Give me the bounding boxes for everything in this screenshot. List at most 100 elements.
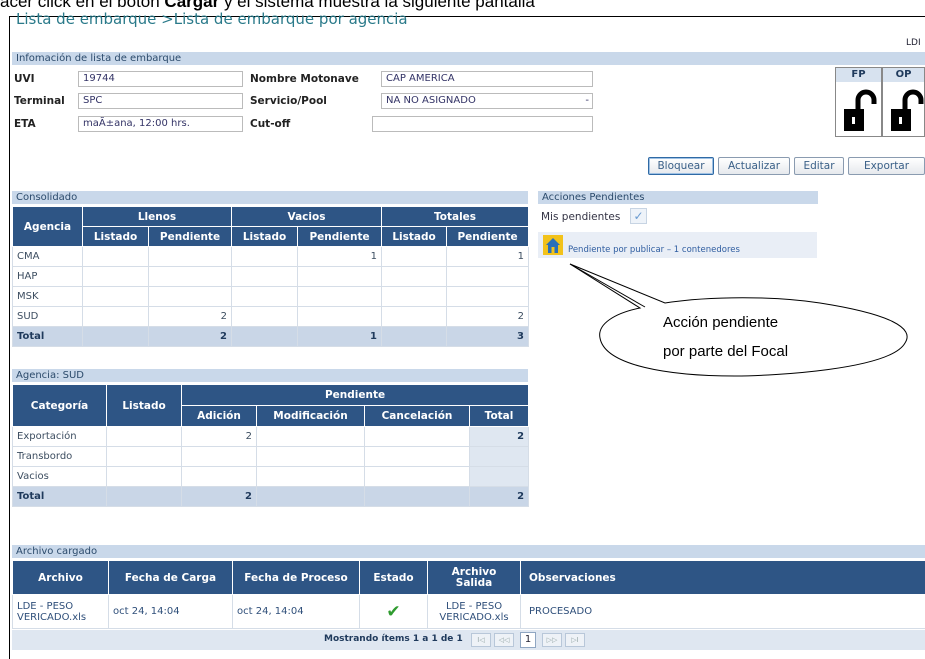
- cell: 1: [297, 246, 383, 267]
- actualizar-button[interactable]: Actualizar: [718, 157, 790, 175]
- cell: [106, 466, 182, 487]
- consolidado-header: Consolidado: [12, 191, 528, 204]
- user-label: LDI: [906, 38, 921, 48]
- col-agencia[interactable]: Agencia: [12, 206, 83, 247]
- callout-line-1: Acción pendiente: [663, 314, 779, 331]
- cell: [181, 446, 257, 467]
- cutoff-field[interactable]: [372, 116, 593, 132]
- cell: 1: [446, 246, 530, 267]
- cell: [82, 306, 149, 327]
- unlock-icon: [844, 89, 877, 131]
- table-row[interactable]: SUD 2 2: [12, 306, 530, 327]
- archivo-table: Archivo Fecha de Carga Fecha de Proceso …: [12, 560, 925, 629]
- cell: [297, 306, 383, 327]
- motonave-label: Nombre Motonave: [250, 73, 359, 85]
- cell: [297, 286, 383, 307]
- group-llenos: Llenos: [81, 206, 233, 227]
- page-number[interactable]: 1: [520, 632, 536, 648]
- last-page-icon[interactable]: ▷I: [565, 633, 585, 647]
- first-page-icon[interactable]: I◁: [471, 633, 491, 647]
- total-row: Total 2 2: [12, 486, 530, 507]
- table-row[interactable]: Exportación 2 2: [12, 426, 530, 447]
- table-row[interactable]: LDE - PESO VERICADO.xls oct 24, 14:04 oc…: [12, 594, 925, 629]
- pending-action-link[interactable]: Pendiente por publicar – 1 contenedores: [568, 245, 740, 255]
- col-listado[interactable]: Listado: [106, 384, 182, 427]
- table-row[interactable]: CMA 1 1: [12, 246, 530, 267]
- col-pendiente[interactable]: Pendiente: [147, 226, 233, 247]
- cell: [181, 466, 257, 487]
- col-modificacion[interactable]: Modificación: [256, 405, 365, 427]
- servicio-value: NA NO ASIGNADO: [386, 95, 476, 106]
- pagination-summary: Mostrando ítems 1 a 1 de 1: [324, 634, 463, 644]
- cell: 2: [468, 486, 530, 507]
- servicio-label: Servicio/Pool: [250, 95, 327, 107]
- col-listado[interactable]: Listado: [82, 226, 149, 247]
- categoria-cell: Exportación: [12, 426, 107, 447]
- group-pendiente: Pendiente: [180, 384, 530, 406]
- next-page-icon[interactable]: ▷▷: [542, 633, 562, 647]
- cell: [231, 246, 299, 267]
- uvi-field[interactable]: 19744: [78, 71, 243, 87]
- prev-page-icon[interactable]: ◁◁: [494, 633, 514, 647]
- col-cancelacion[interactable]: Cancelación: [364, 405, 470, 427]
- col-total[interactable]: Total: [468, 405, 530, 427]
- fp-lock-panel[interactable]: FP: [835, 67, 882, 137]
- cell: [381, 246, 448, 267]
- terminal-field[interactable]: SPC: [78, 93, 243, 109]
- bloquear-button[interactable]: Bloquear: [648, 157, 714, 175]
- home-icon: [543, 235, 563, 255]
- cell: [106, 486, 182, 507]
- cell: [364, 466, 470, 487]
- op-lock-panel[interactable]: OP: [882, 67, 925, 137]
- table-row[interactable]: MSK: [12, 286, 530, 307]
- col-adicion[interactable]: Adición: [181, 405, 257, 427]
- cell: [82, 266, 149, 287]
- servicio-select[interactable]: NA NO ASIGNADO -: [381, 93, 593, 109]
- col-categoria[interactable]: Categoría: [12, 384, 107, 427]
- table-row[interactable]: Transbordo: [12, 446, 530, 467]
- col-pendiente[interactable]: Pendiente: [446, 226, 530, 247]
- pending-action-item[interactable]: Pendiente por publicar – 1 contenedores: [538, 232, 817, 258]
- total-label: Total: [12, 486, 107, 507]
- group-totales: Totales: [381, 206, 530, 227]
- cell: 1: [297, 326, 383, 347]
- col-estado[interactable]: Estado: [359, 560, 428, 595]
- table-row[interactable]: HAP: [12, 266, 530, 287]
- cell: 2: [147, 326, 233, 347]
- servicio-dropdown-marker: -: [585, 95, 589, 106]
- cell: [82, 286, 149, 307]
- table-row[interactable]: Vacios: [12, 466, 530, 487]
- cell: 2: [181, 426, 257, 447]
- cell: 2: [147, 306, 233, 327]
- agencia-cell: CMA: [12, 246, 83, 267]
- cell: [381, 286, 448, 307]
- col-observaciones[interactable]: Observaciones: [520, 560, 925, 595]
- cell: [446, 266, 530, 287]
- cell: [231, 266, 299, 287]
- mis-pendientes-checkbox[interactable]: ✓: [630, 208, 647, 224]
- consolidado-table: Agencia Llenos Vacios Totales Listado Pe…: [12, 206, 530, 347]
- editar-button[interactable]: Editar: [794, 157, 844, 175]
- col-listado[interactable]: Listado: [231, 226, 299, 247]
- col-fecha-proceso[interactable]: Fecha de Proceso: [232, 560, 360, 595]
- cell: [381, 326, 448, 347]
- cell: [364, 446, 470, 467]
- eta-label: ETA: [14, 118, 36, 130]
- col-listado[interactable]: Listado: [381, 226, 448, 247]
- cell: 2: [468, 426, 530, 447]
- col-pendiente[interactable]: Pendiente: [297, 226, 383, 247]
- terminal-label: Terminal: [14, 95, 65, 107]
- archivo-salida-link[interactable]: LDE - PESO VERICADO.xls: [427, 594, 521, 629]
- total-label: Total: [12, 326, 83, 347]
- cell: [297, 266, 383, 287]
- categoria-cell: Transbordo: [12, 446, 107, 467]
- archivo-link[interactable]: LDE - PESO VERICADO.xls: [12, 594, 109, 629]
- cell: [256, 446, 365, 467]
- eta-field[interactable]: maÃ±ana, 12:00 hrs.: [78, 116, 243, 132]
- col-archivo-salida[interactable]: Archivo Salida: [427, 560, 521, 595]
- col-archivo[interactable]: Archivo: [12, 560, 109, 595]
- exportar-button[interactable]: Exportar: [848, 157, 925, 175]
- cell: [147, 246, 233, 267]
- col-fecha-carga[interactable]: Fecha de Carga: [108, 560, 233, 595]
- motonave-field[interactable]: CAP AMERICA: [381, 71, 593, 87]
